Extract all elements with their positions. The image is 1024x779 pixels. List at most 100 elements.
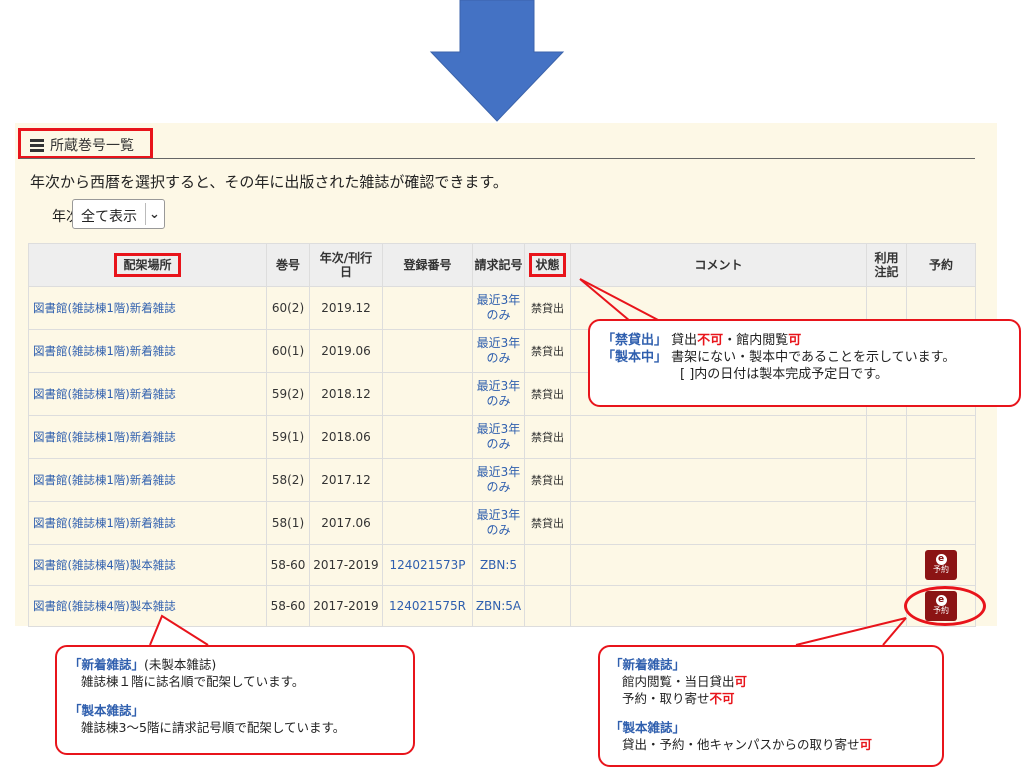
row-status: 禁貸出	[524, 329, 571, 373]
row-year: 2017.12	[309, 458, 383, 502]
call-no-line1[interactable]: 最近3年	[477, 422, 521, 436]
call-no-line1[interactable]: 最近3年	[477, 465, 521, 479]
table-header-row: 配架場所 巻号 年次/刊行日 登録番号 請求記号 状態 コメント 利用 注記 予約	[28, 243, 976, 287]
location-bound-text: 雑誌棟3〜5階に請求記号順で配架しています。	[81, 720, 346, 735]
location-header-highlight: 配架場所	[114, 253, 181, 277]
header-usage-line1: 利用	[874, 251, 899, 265]
row-reg-no	[382, 501, 473, 545]
reserve-highlight-ring	[904, 586, 986, 626]
reserve-callout: 「新着雑誌」 館内閲覧・当日貸出可 予約・取り寄せ不可 「製本雑誌」 貸出・予約…	[598, 645, 944, 767]
row-call-no[interactable]: 最近3年 のみ	[472, 501, 525, 545]
location-new-heading: 「新着雑誌」(未製本雑誌)	[69, 656, 345, 673]
status-noloan-text-c: ・館内閲覧	[723, 333, 789, 348]
row-call-no[interactable]: 最近3年 のみ	[472, 286, 525, 330]
row-reg-no	[382, 415, 473, 459]
row-call-no[interactable]: 最近3年 のみ	[472, 372, 525, 416]
call-no-line2[interactable]: のみ	[486, 480, 510, 494]
row-call-no[interactable]: 最近3年 のみ	[472, 458, 525, 502]
row-location-link[interactable]: 図書館(雑誌棟4階)製本雑誌	[28, 585, 267, 627]
row-reg-no[interactable]: 124021573P	[382, 544, 473, 586]
panel-title-highlight	[18, 128, 153, 159]
callout-status-line2: 「製本中」 書架にない・製本中であることを示しています。	[602, 349, 955, 366]
row-location-link[interactable]: 図書館(雑誌棟4階)製本雑誌	[28, 544, 267, 586]
reserve-new-head: 「新着雑誌」	[610, 657, 686, 672]
row-year: 2019.06	[309, 329, 383, 373]
reserve-bound-line: 貸出・予約・他キャンパスからの取り寄せ可	[610, 736, 872, 753]
call-no-line2[interactable]: のみ	[486, 394, 510, 408]
row-year: 2018.06	[309, 415, 383, 459]
status-noloan-head: 「禁貸出」	[602, 333, 668, 348]
row-location-link[interactable]: 図書館(雑誌棟1階)新着雑誌	[28, 286, 267, 330]
row-usage	[866, 458, 907, 502]
row-reg-no	[382, 458, 473, 502]
row-call-no[interactable]: 最近3年 のみ	[472, 415, 525, 459]
reserve-new-line1: 館内閲覧・当日貸出可	[610, 673, 872, 690]
row-reserve	[906, 415, 976, 459]
row-volume: 59(2)	[266, 372, 310, 416]
row-call-no[interactable]: 最近3年 のみ	[472, 329, 525, 373]
table-row: 図書館(雑誌棟4階)製本雑誌 58-60 2017-2019 124021573…	[28, 544, 976, 586]
row-location-link[interactable]: 図書館(雑誌棟1階)新着雑誌	[28, 458, 267, 502]
row-volume: 58(2)	[266, 458, 310, 502]
call-no-line2[interactable]: のみ	[486, 523, 510, 537]
row-comment	[570, 585, 867, 627]
row-year: 2019.12	[309, 286, 383, 330]
row-status: 禁貸出	[524, 501, 571, 545]
callout-status-line3: [ ]内の日付は製本完成予定日です。	[680, 367, 888, 382]
row-reg-no	[382, 329, 473, 373]
row-volume: 59(1)	[266, 415, 310, 459]
header-reg-no: 登録番号	[382, 243, 473, 287]
status-noloan-text-a: 貸出	[671, 333, 698, 348]
header-reserve: 予約	[906, 243, 976, 287]
call-no-line1[interactable]: 最近3年	[477, 508, 521, 522]
row-call-no[interactable]: ZBN:5A	[472, 585, 525, 627]
status-noloan-text-d: 可	[788, 333, 802, 348]
row-call-no[interactable]: ZBN:5	[472, 544, 525, 586]
header-year-line1: 年次/刊行	[319, 251, 373, 265]
call-no-line1[interactable]: ZBN:5A	[476, 599, 521, 613]
table-row: 図書館(雑誌棟1階)新着雑誌 58(2) 2017.12 最近3年 のみ 禁貸出	[28, 458, 976, 502]
year-filter-value: 全て表示	[81, 209, 137, 225]
header-status: 状態	[524, 243, 571, 287]
row-location-link[interactable]: 図書館(雑誌棟1階)新着雑誌	[28, 501, 267, 545]
row-reg-no[interactable]: 124021575R	[382, 585, 473, 627]
header-usage: 利用 注記	[866, 243, 907, 287]
reserve-button[interactable]: e 予約	[925, 550, 957, 580]
status-binding-head: 「製本中」	[602, 350, 668, 365]
row-location-link[interactable]: 図書館(雑誌棟1階)新着雑誌	[28, 415, 267, 459]
call-no-line2[interactable]: のみ	[486, 437, 510, 451]
row-status: 禁貸出	[524, 458, 571, 502]
row-location-link[interactable]: 図書館(雑誌棟1階)新着雑誌	[28, 329, 267, 373]
table-row: 図書館(雑誌棟1階)新着雑誌 58(1) 2017.06 最近3年 のみ 禁貸出	[28, 501, 976, 545]
location-new-head: 「新着雑誌」	[69, 657, 145, 672]
header-usage-line2: 注記	[874, 265, 899, 279]
row-volume: 58-60	[266, 585, 310, 627]
row-status: 禁貸出	[524, 286, 571, 330]
reserve-new-line1-b: 可	[734, 674, 748, 689]
row-comment	[570, 415, 867, 459]
row-status	[524, 585, 571, 627]
row-year: 2018.12	[309, 372, 383, 416]
row-status: 禁貸出	[524, 372, 571, 416]
chevron-down-icon[interactable]: ⌄	[145, 203, 163, 225]
row-location-link[interactable]: 図書館(雑誌棟1階)新着雑誌	[28, 372, 267, 416]
reserve-bound-head: 「製本雑誌」	[610, 720, 686, 735]
reserve-new-line1-a: 館内閲覧・当日貸出	[622, 674, 735, 689]
call-no-line2[interactable]: のみ	[486, 308, 510, 322]
call-no-line1[interactable]: 最近3年	[477, 336, 521, 350]
reserve-new-line2-a: 予約・取り寄せ	[622, 691, 710, 706]
call-no-line1[interactable]: 最近3年	[477, 379, 521, 393]
row-usage	[866, 501, 907, 545]
reserve-button-label: 予約	[933, 565, 949, 574]
call-no-line1[interactable]: 最近3年	[477, 293, 521, 307]
location-new-suffix: (未製本雑誌)	[144, 657, 217, 672]
header-year: 年次/刊行日	[309, 243, 383, 287]
header-status-text: 状態	[535, 258, 560, 272]
header-call-no: 請求記号	[472, 243, 525, 287]
call-no-line2[interactable]: のみ	[486, 351, 510, 365]
location-callout: 「新着雑誌」(未製本雑誌) 雑誌棟１階に誌名順で配架しています。 「製本雑誌」 …	[55, 645, 415, 755]
callout-status-line1: 「禁貸出」 貸出不可・館内閲覧可	[602, 332, 955, 349]
call-no-line1[interactable]: ZBN:5	[480, 558, 517, 572]
row-usage	[866, 585, 907, 627]
row-usage	[866, 415, 907, 459]
